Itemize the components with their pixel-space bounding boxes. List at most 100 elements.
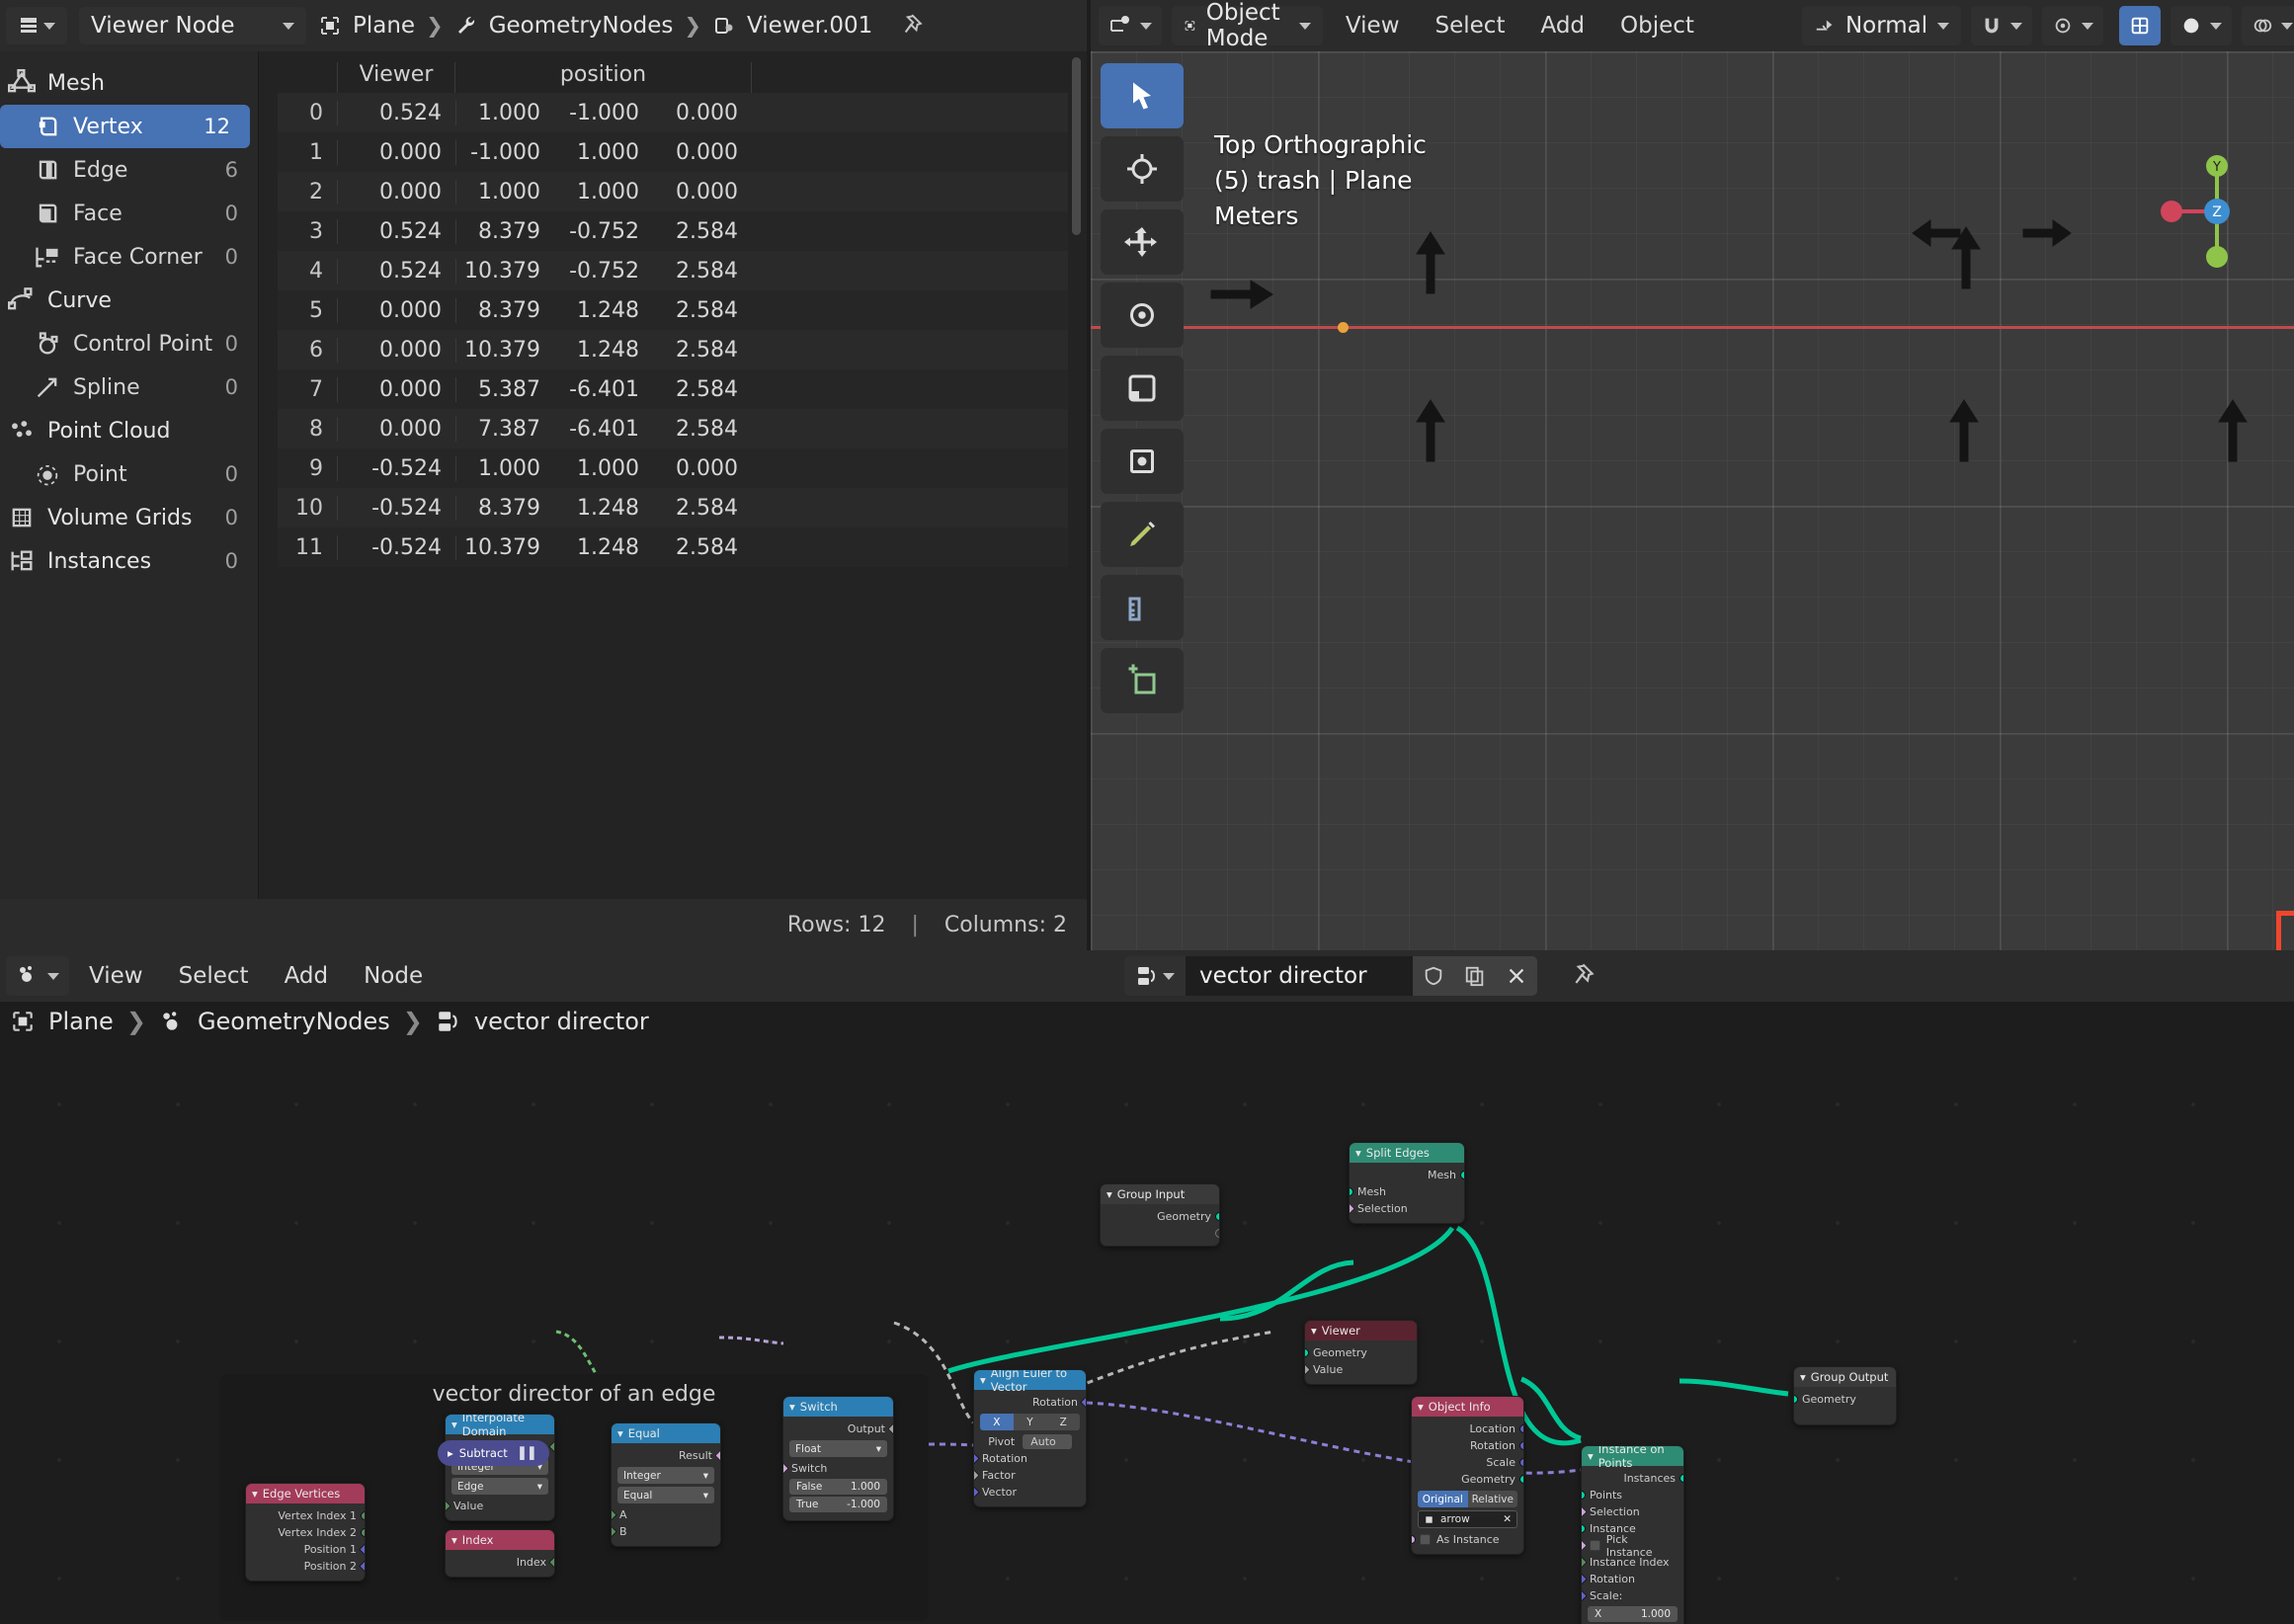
sidebar-item-instances[interactable]: Instances 0 [0,539,258,583]
mode-selector[interactable]: Object Mode [1172,0,1323,51]
socket-row[interactable]: Scale [1412,1454,1523,1471]
table-row[interactable]: 10 -0.524 8.379 1.248 2.584 [278,488,1068,528]
socket-row[interactable]: Selection [1350,1200,1464,1217]
table-row[interactable]: 5 0.000 8.379 1.248 2.584 [278,290,1068,330]
node-split-edges[interactable]: ▾ Split Edges Mesh Mesh Selection [1349,1142,1465,1224]
axis-tabs[interactable]: X Y Z [980,1414,1080,1430]
socket-row[interactable]: Vector [974,1484,1086,1501]
socket-row[interactable]: Factor [974,1467,1086,1484]
fake-user-shield-icon[interactable] [1413,956,1454,996]
viewport-canvas[interactable]: Top Orthographic (5) trash | Plane Meter… [1091,51,2294,950]
collapse-chevron-icon[interactable]: ▾ [252,1487,258,1501]
node-interpolate-domain[interactable]: ▾ Interpolate Domain Value Integer▾ Edge… [445,1414,555,1521]
table-row[interactable]: 9 -0.524 1.000 1.000 0.000 [278,448,1068,488]
socket-row[interactable]: Vertex Index 2 [246,1524,365,1541]
socket-row[interactable]: Geometry [1101,1208,1219,1225]
pick-instance-row[interactable]: Pick Instance [1582,1533,1683,1559]
input-socket[interactable] [1582,1589,1588,1602]
object-field[interactable]: arrow ✕ [1418,1510,1517,1528]
input-socket[interactable] [446,1500,451,1512]
socket-row[interactable]: Points [1582,1487,1683,1503]
node-header[interactable]: ▾ Index [446,1530,554,1550]
node-group-output[interactable]: ▾ Group Output Geometry [1793,1366,1897,1425]
scale-tool-icon[interactable] [1101,356,1184,421]
output-socket[interactable] [548,1440,554,1453]
virtual-socket[interactable] [1215,1229,1219,1238]
input-socket[interactable] [974,1469,980,1482]
node-header[interactable]: ▾ Interpolate Domain [446,1415,554,1438]
transform-orientation-selector[interactable]: Normal [1801,6,1962,45]
clear-object-x-icon[interactable]: ✕ [1503,1513,1512,1525]
breadcrumb-item-modifier[interactable]: GeometryNodes [489,13,674,39]
transform-tool-icon[interactable] [1101,429,1184,494]
output-socket[interactable] [1519,1441,1523,1450]
socket-row[interactable]: Value [446,1498,554,1514]
annotate-tool-icon[interactable] [1101,502,1184,567]
viewport-menu-object[interactable]: Object [1607,13,1707,39]
socket-row[interactable]: Geometry [1412,1471,1523,1488]
node-menu-add[interactable]: Add [269,963,345,989]
socket-row[interactable]: Value [1305,1361,1417,1378]
socket-row[interactable]: Index [446,1554,554,1571]
tab-original[interactable]: Original [1418,1491,1468,1507]
node-breadcrumb-group[interactable]: vector director [474,1008,649,1035]
node-align-euler-to-vector[interactable]: ▾ Align Euler to Vector Rotation X Y Z P… [973,1369,1087,1507]
navigation-gizmo[interactable]: Y Z [2152,146,2282,277]
overlays-selector[interactable] [2242,6,2294,45]
output-socket[interactable] [1519,1475,1523,1484]
node-header[interactable]: ▾ Align Euler to Vector [974,1370,1086,1394]
input-socket[interactable] [1582,1505,1588,1518]
table-row[interactable]: 4 0.524 10.379 -0.752 2.584 [278,251,1068,290]
collapse-chevron-icon[interactable]: ▾ [1311,1324,1317,1338]
input-socket[interactable] [1582,1556,1588,1569]
socket-row[interactable]: Rotation [1582,1571,1683,1587]
column-header-index[interactable] [278,87,337,93]
node-header[interactable]: ▾ Object Info [1412,1397,1523,1417]
sidebar-item-spline[interactable]: Spline 0 [0,365,258,409]
cursor-tool-icon[interactable] [1101,136,1184,202]
node-index[interactable]: ▾ Index Index [445,1529,555,1578]
collapse-chevron-icon[interactable]: ▾ [1588,1449,1594,1463]
node-breadcrumb-object[interactable]: Plane [48,1008,114,1035]
node-menu-select[interactable]: Select [163,963,265,989]
spreadsheet-scrollbar[interactable] [1072,57,1081,235]
dataset-selector[interactable]: Viewer Node [79,7,306,44]
node-group-input[interactable]: ▾ Group Input Geometry [1100,1183,1220,1247]
node-switch[interactable]: ▾ Switch Output Float ▾ Switch False 1.000… [782,1396,894,1521]
pick-instance-checkbox[interactable] [1590,1540,1600,1551]
table-row[interactable]: 8 0.000 7.387 -6.401 2.584 [278,409,1068,448]
node-tree-name-field[interactable]: vector director [1186,956,1413,996]
true-value-field[interactable]: True -1.000 [789,1497,887,1512]
input-socket[interactable] [612,1525,617,1538]
socket-row[interactable]: Mesh [1350,1167,1464,1183]
node-breadcrumb-modifier[interactable]: GeometryNodes [198,1008,390,1035]
output-socket[interactable] [361,1511,365,1520]
move-tool-icon[interactable] [1101,209,1184,275]
output-socket[interactable] [714,1449,720,1462]
input-socket[interactable] [1582,1573,1588,1585]
domain-combo[interactable]: Edge ▾ [451,1478,548,1495]
socket-row[interactable]: Instances [1582,1470,1683,1487]
output-socket[interactable] [887,1422,893,1435]
scale-x-field[interactable]: X 1.000 [1588,1606,1678,1622]
transform-space-tabs[interactable]: Original Relative [1418,1491,1517,1507]
false-value-field[interactable]: False 1.000 [789,1479,887,1495]
output-socket[interactable] [359,1560,365,1573]
sidebar-item-point-cloud[interactable]: Point Cloud [0,409,258,452]
node-header[interactable]: ▾ Equal [612,1423,720,1443]
breadcrumb-item-object[interactable]: Plane [353,13,415,39]
input-socket[interactable] [1305,1348,1309,1357]
collapse-chevron-icon[interactable]: ▾ [451,1418,457,1431]
output-socket[interactable] [1215,1212,1219,1221]
duplicate-icon[interactable] [1454,956,1496,996]
collapse-chevron-icon[interactable]: ▾ [980,1373,986,1387]
rotate-tool-icon[interactable] [1101,283,1184,348]
input-socket[interactable] [1794,1395,1798,1404]
pin-icon[interactable] [897,13,923,39]
node-header[interactable]: ▸ Subtract ▌▌ [438,1440,549,1466]
snapping-selector[interactable] [1971,6,2033,45]
add-cube-tool-icon[interactable] [1101,648,1184,713]
sidebar-item-face-corner[interactable]: Face Corner 0 [0,235,258,279]
sidebar-item-volume-grids[interactable]: Volume Grids 0 [0,496,258,539]
sidebar-item-edge[interactable]: Edge 6 [0,148,258,192]
